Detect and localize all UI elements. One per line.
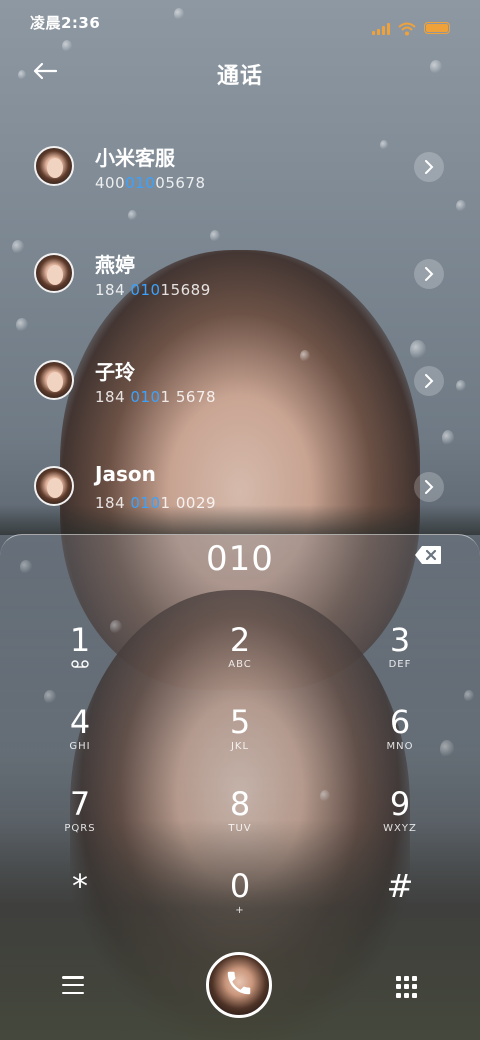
avatar xyxy=(34,466,74,506)
dial-input[interactable]: 010 xyxy=(0,539,480,579)
key-8[interactable]: 8 TUV xyxy=(190,785,290,855)
status-time: 凌晨2:36 xyxy=(30,14,101,32)
keypad-icon[interactable] xyxy=(396,976,418,998)
number-match-highlight: 010 xyxy=(130,388,161,406)
number-match-highlight: 010 xyxy=(130,494,161,512)
chevron-right-icon[interactable] xyxy=(414,152,444,182)
key-7[interactable]: 7 PQRS xyxy=(30,785,130,855)
key-star[interactable]: * xyxy=(30,867,130,937)
avatar xyxy=(34,253,74,293)
avatar xyxy=(34,146,74,186)
key-digit: 5 xyxy=(229,703,251,741)
key-0[interactable]: 0 + xyxy=(190,867,290,937)
contact-name: 子玲 xyxy=(95,360,135,384)
contact-row[interactable]: 燕婷 184 01015689 xyxy=(0,237,480,317)
key-digit: 6 xyxy=(389,703,411,741)
key-letters: PQRS xyxy=(64,823,96,834)
key-digit: 0 xyxy=(229,867,251,905)
key-digit: 9 xyxy=(389,785,411,823)
key-6[interactable]: 6 MNO xyxy=(350,703,450,773)
key-letters: GHI xyxy=(69,741,91,752)
contact-number: 40001005678 xyxy=(95,174,206,192)
number-match-highlight: 010 xyxy=(125,174,156,192)
key-2[interactable]: 2 ABC xyxy=(190,621,290,691)
backspace-icon[interactable] xyxy=(414,545,442,565)
phone-icon xyxy=(224,968,254,1002)
key-letters: ABC xyxy=(228,659,252,670)
key-hash[interactable]: # xyxy=(350,867,450,937)
chevron-right-icon[interactable] xyxy=(414,259,444,289)
contact-number: 184 01015689 xyxy=(95,281,211,299)
key-digit: # xyxy=(386,867,414,905)
key-digit: 8 xyxy=(229,785,251,823)
key-digit: 4 xyxy=(69,703,91,741)
voicemail-icon xyxy=(30,659,130,673)
key-letters: DEF xyxy=(388,659,412,670)
status-icons xyxy=(372,12,450,44)
key-digit: * xyxy=(72,867,88,905)
chevron-right-icon[interactable] xyxy=(414,366,444,396)
number-match-highlight: 010 xyxy=(130,281,161,299)
menu-icon[interactable] xyxy=(62,976,84,994)
call-button[interactable] xyxy=(206,952,272,1018)
wifi-icon xyxy=(398,21,416,36)
contact-row[interactable]: Jason 184 0101 0029 xyxy=(0,450,480,530)
key-5[interactable]: 5 JKL xyxy=(190,703,290,773)
key-letters: MNO xyxy=(386,741,414,752)
header: 通话 xyxy=(0,52,480,92)
contact-number: 184 0101 0029 xyxy=(95,494,217,512)
contact-row[interactable]: 子玲 184 0101 5678 xyxy=(0,344,480,424)
key-letters: WXYZ xyxy=(383,823,417,834)
key-digit: 7 xyxy=(69,785,91,823)
key-9[interactable]: 9 WXYZ xyxy=(350,785,450,855)
signal-icon xyxy=(372,21,390,35)
dialer-bottom-bar xyxy=(0,948,480,1028)
avatar xyxy=(34,360,74,400)
battery-icon xyxy=(424,22,450,34)
contact-name: Jason xyxy=(95,462,156,486)
key-digit: 3 xyxy=(389,621,411,659)
key-digit: 1 xyxy=(69,621,91,659)
key-1[interactable]: 1 xyxy=(30,621,130,691)
contact-number: 184 0101 5678 xyxy=(95,388,217,406)
key-letters: + xyxy=(235,905,245,916)
key-4[interactable]: 4 GHI xyxy=(30,703,130,773)
status-bar: 凌晨2:36 xyxy=(0,0,480,44)
key-3[interactable]: 3 DEF xyxy=(350,621,450,691)
page-title: 通话 xyxy=(216,64,263,89)
key-digit: 2 xyxy=(229,621,251,659)
contact-name: 小米客服 xyxy=(95,146,175,170)
chevron-right-icon[interactable] xyxy=(414,472,444,502)
contact-row[interactable]: 小米客服 40001005678 xyxy=(0,130,480,210)
key-letters: JKL xyxy=(230,741,250,752)
key-letters: TUV xyxy=(228,823,252,834)
contact-name: 燕婷 xyxy=(95,253,135,277)
